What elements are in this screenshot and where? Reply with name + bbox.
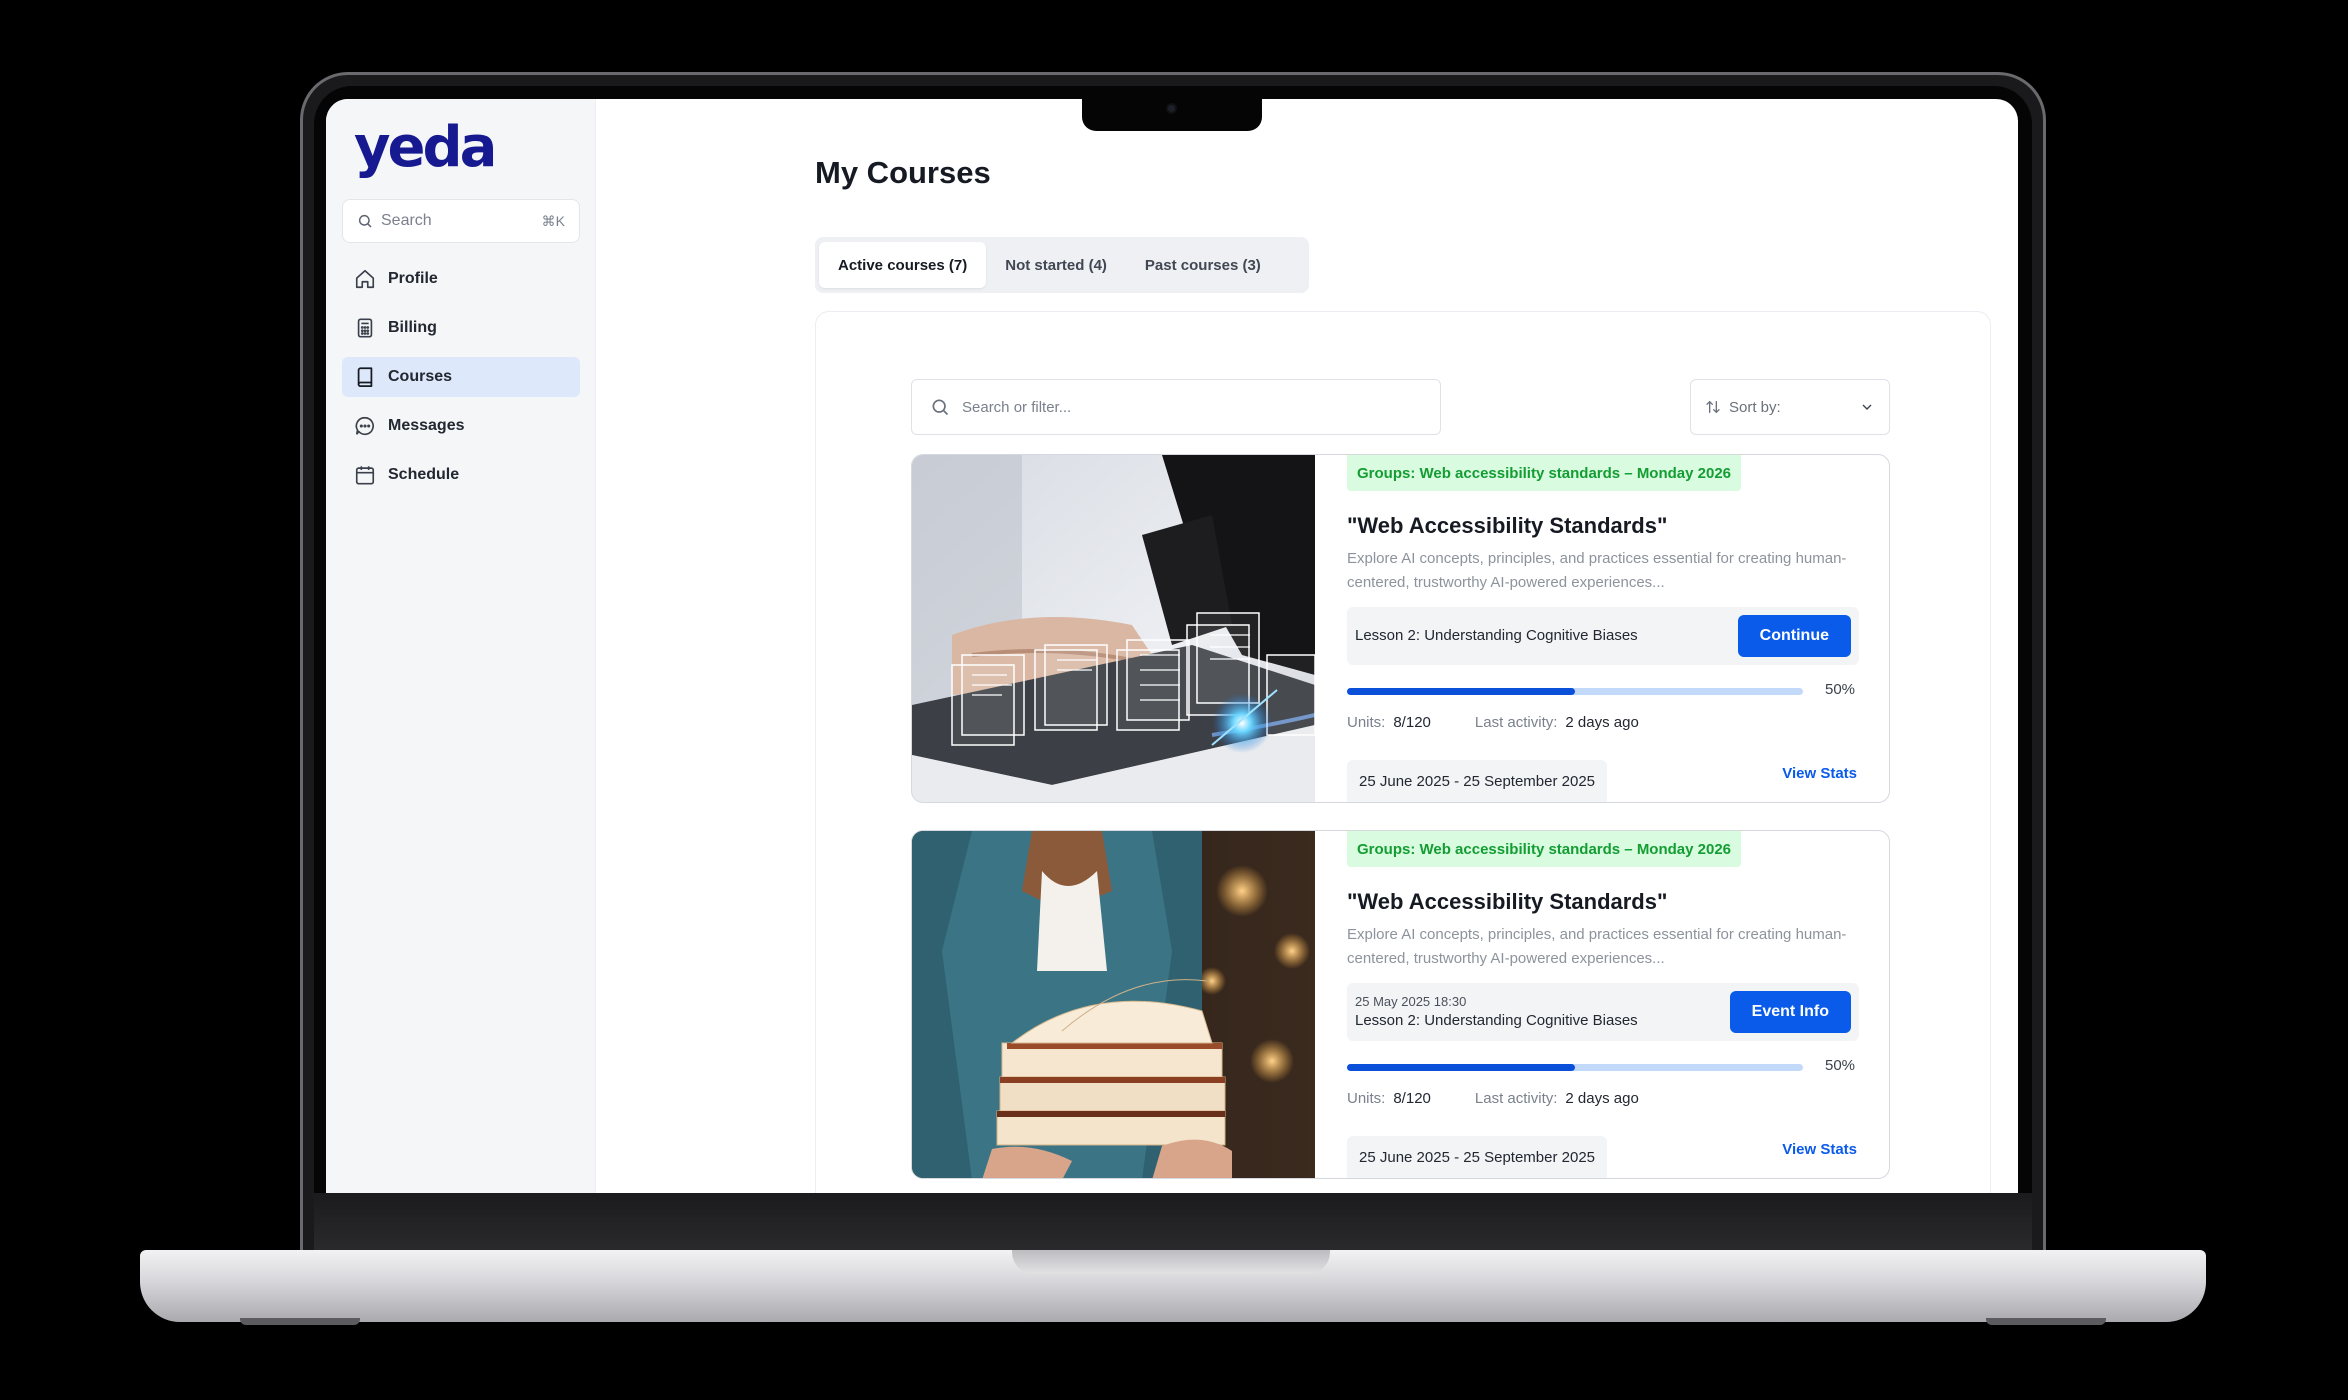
course-card[interactable]: Groups: Web accessibility standards – Mo… (911, 830, 1890, 1179)
page-title: My Courses (815, 155, 991, 190)
course-tabs: Active courses (7) Not started (4) Past … (815, 237, 1309, 293)
course-description: Explore AI concepts, principles, and pra… (1347, 926, 1847, 967)
laptop-foot-left (240, 1318, 360, 1325)
tab-past-courses[interactable]: Past courses (3) (1126, 242, 1280, 288)
current-lesson-row: Lesson 2: Understanding Cognitive Biases… (1347, 607, 1859, 665)
units-value: 8/120 (1393, 714, 1431, 731)
tab-active-courses[interactable]: Active courses (7) (819, 242, 987, 288)
book-icon (357, 367, 373, 388)
search-shortcut-hint: ⌘K (541, 212, 565, 229)
sidebar-item-label: Profile (388, 270, 438, 287)
sidebar-item-label: Billing (388, 319, 437, 336)
calendar-icon (355, 466, 375, 485)
progress-fill (1347, 1064, 1575, 1071)
screen-bottom-bezel (314, 1193, 2032, 1251)
sort-label: Sort by: (1729, 398, 1781, 416)
search-filter-input[interactable]: Search or filter... (911, 379, 1441, 435)
units-value: 8/120 (1393, 1090, 1431, 1107)
current-lesson-row: 25 May 2025 18:30 Lesson 2: Understandin… (1347, 983, 1859, 1041)
sidebar-search-input[interactable]: Search ⌘K (342, 199, 580, 243)
course-card[interactable]: Groups: Web accessibility standards – Mo… (911, 454, 1890, 803)
view-stats-link[interactable]: View Stats (1782, 1141, 1857, 1158)
course-date-range: 25 June 2025 - 25 September 2025 (1347, 1136, 1608, 1178)
tab-not-started[interactable]: Not started (4) (986, 242, 1126, 288)
current-lesson-label: Lesson 2: Understanding Cognitive Biases (1355, 1012, 1638, 1029)
filter-placeholder: Search or filter... (962, 398, 1072, 416)
last-activity-label: Last activity: (1474, 714, 1558, 731)
chevron-down-icon (1862, 404, 1872, 410)
sidebar-item-label: Schedule (388, 466, 460, 483)
course-thumbnail-typing-laptop (912, 455, 1315, 802)
chat-bubble-icon (355, 416, 374, 436)
course-card-body: Groups: Web accessibility standards – Mo… (1315, 455, 1889, 802)
progress-bar (1347, 688, 1803, 695)
event-info-button[interactable]: Event Info (1729, 991, 1851, 1033)
calculator-icon (357, 318, 373, 338)
group-badge: Groups: Web accessibility standards – Mo… (1347, 831, 1742, 867)
units-label: Units: (1347, 1090, 1386, 1107)
course-thumbnail-book-stack (912, 831, 1315, 1178)
laptop-opening-notch (1012, 1250, 1330, 1274)
last-activity-value: 2 days ago (1565, 714, 1639, 731)
sidebar-nav: Profile Billing Courses Messages Schedul… (342, 259, 580, 504)
sidebar-item-label: Courses (388, 368, 453, 385)
course-date-range: 25 June 2025 - 25 September 2025 (1347, 760, 1608, 802)
course-stats: Units: 8/120 Last activity: 2 days ago (1347, 714, 1675, 731)
sort-dropdown[interactable]: Sort by: (1690, 379, 1890, 435)
camera-notch (1082, 99, 1262, 131)
search-icon (358, 214, 372, 228)
last-activity-value: 2 days ago (1565, 1090, 1639, 1107)
sidebar-item-profile[interactable]: Profile (342, 259, 580, 299)
lesson-datetime: 25 May 2025 18:30 (1355, 994, 1467, 1009)
sidebar-item-courses[interactable]: Courses (342, 357, 580, 397)
sidebar-search-placeholder: Search (381, 212, 432, 229)
course-description: Explore AI concepts, principles, and pra… (1347, 550, 1847, 591)
search-icon (932, 399, 949, 416)
course-title[interactable]: "Web Accessibility Standards" (1347, 889, 1667, 915)
units-label: Units: (1347, 714, 1386, 731)
laptop-foot-right (1986, 1318, 2106, 1325)
sidebar-item-billing[interactable]: Billing (342, 308, 580, 348)
sidebar-item-schedule[interactable]: Schedule (342, 455, 580, 495)
current-lesson-label: Lesson 2: Understanding Cognitive Biases (1355, 627, 1638, 644)
app-logo[interactable]: yeda (354, 115, 497, 180)
progress-percent: 50% (1825, 681, 1856, 698)
progress-bar (1347, 1064, 1803, 1071)
sidebar-item-label: Messages (388, 417, 465, 434)
progress-fill (1347, 688, 1575, 695)
progress-percent: 50% (1825, 1057, 1856, 1074)
group-badge: Groups: Web accessibility standards – Mo… (1347, 455, 1742, 491)
home-icon (355, 269, 375, 289)
course-stats: Units: 8/120 Last activity: 2 days ago (1347, 1090, 1675, 1107)
sort-arrows-icon (1706, 400, 1720, 414)
continue-button[interactable]: Continue (1737, 615, 1851, 657)
course-card-body: Groups: Web accessibility standards – Mo… (1315, 831, 1889, 1178)
sidebar: yeda Search ⌘K Profile Billing Courses M… (326, 99, 596, 1193)
camera-icon (1166, 103, 1177, 114)
sidebar-item-messages[interactable]: Messages (342, 406, 580, 446)
course-title[interactable]: "Web Accessibility Standards" (1347, 513, 1667, 539)
last-activity-label: Last activity: (1474, 1090, 1558, 1107)
view-stats-link[interactable]: View Stats (1782, 765, 1857, 782)
app-screen: yeda Search ⌘K Profile Billing Courses M… (326, 99, 2018, 1193)
